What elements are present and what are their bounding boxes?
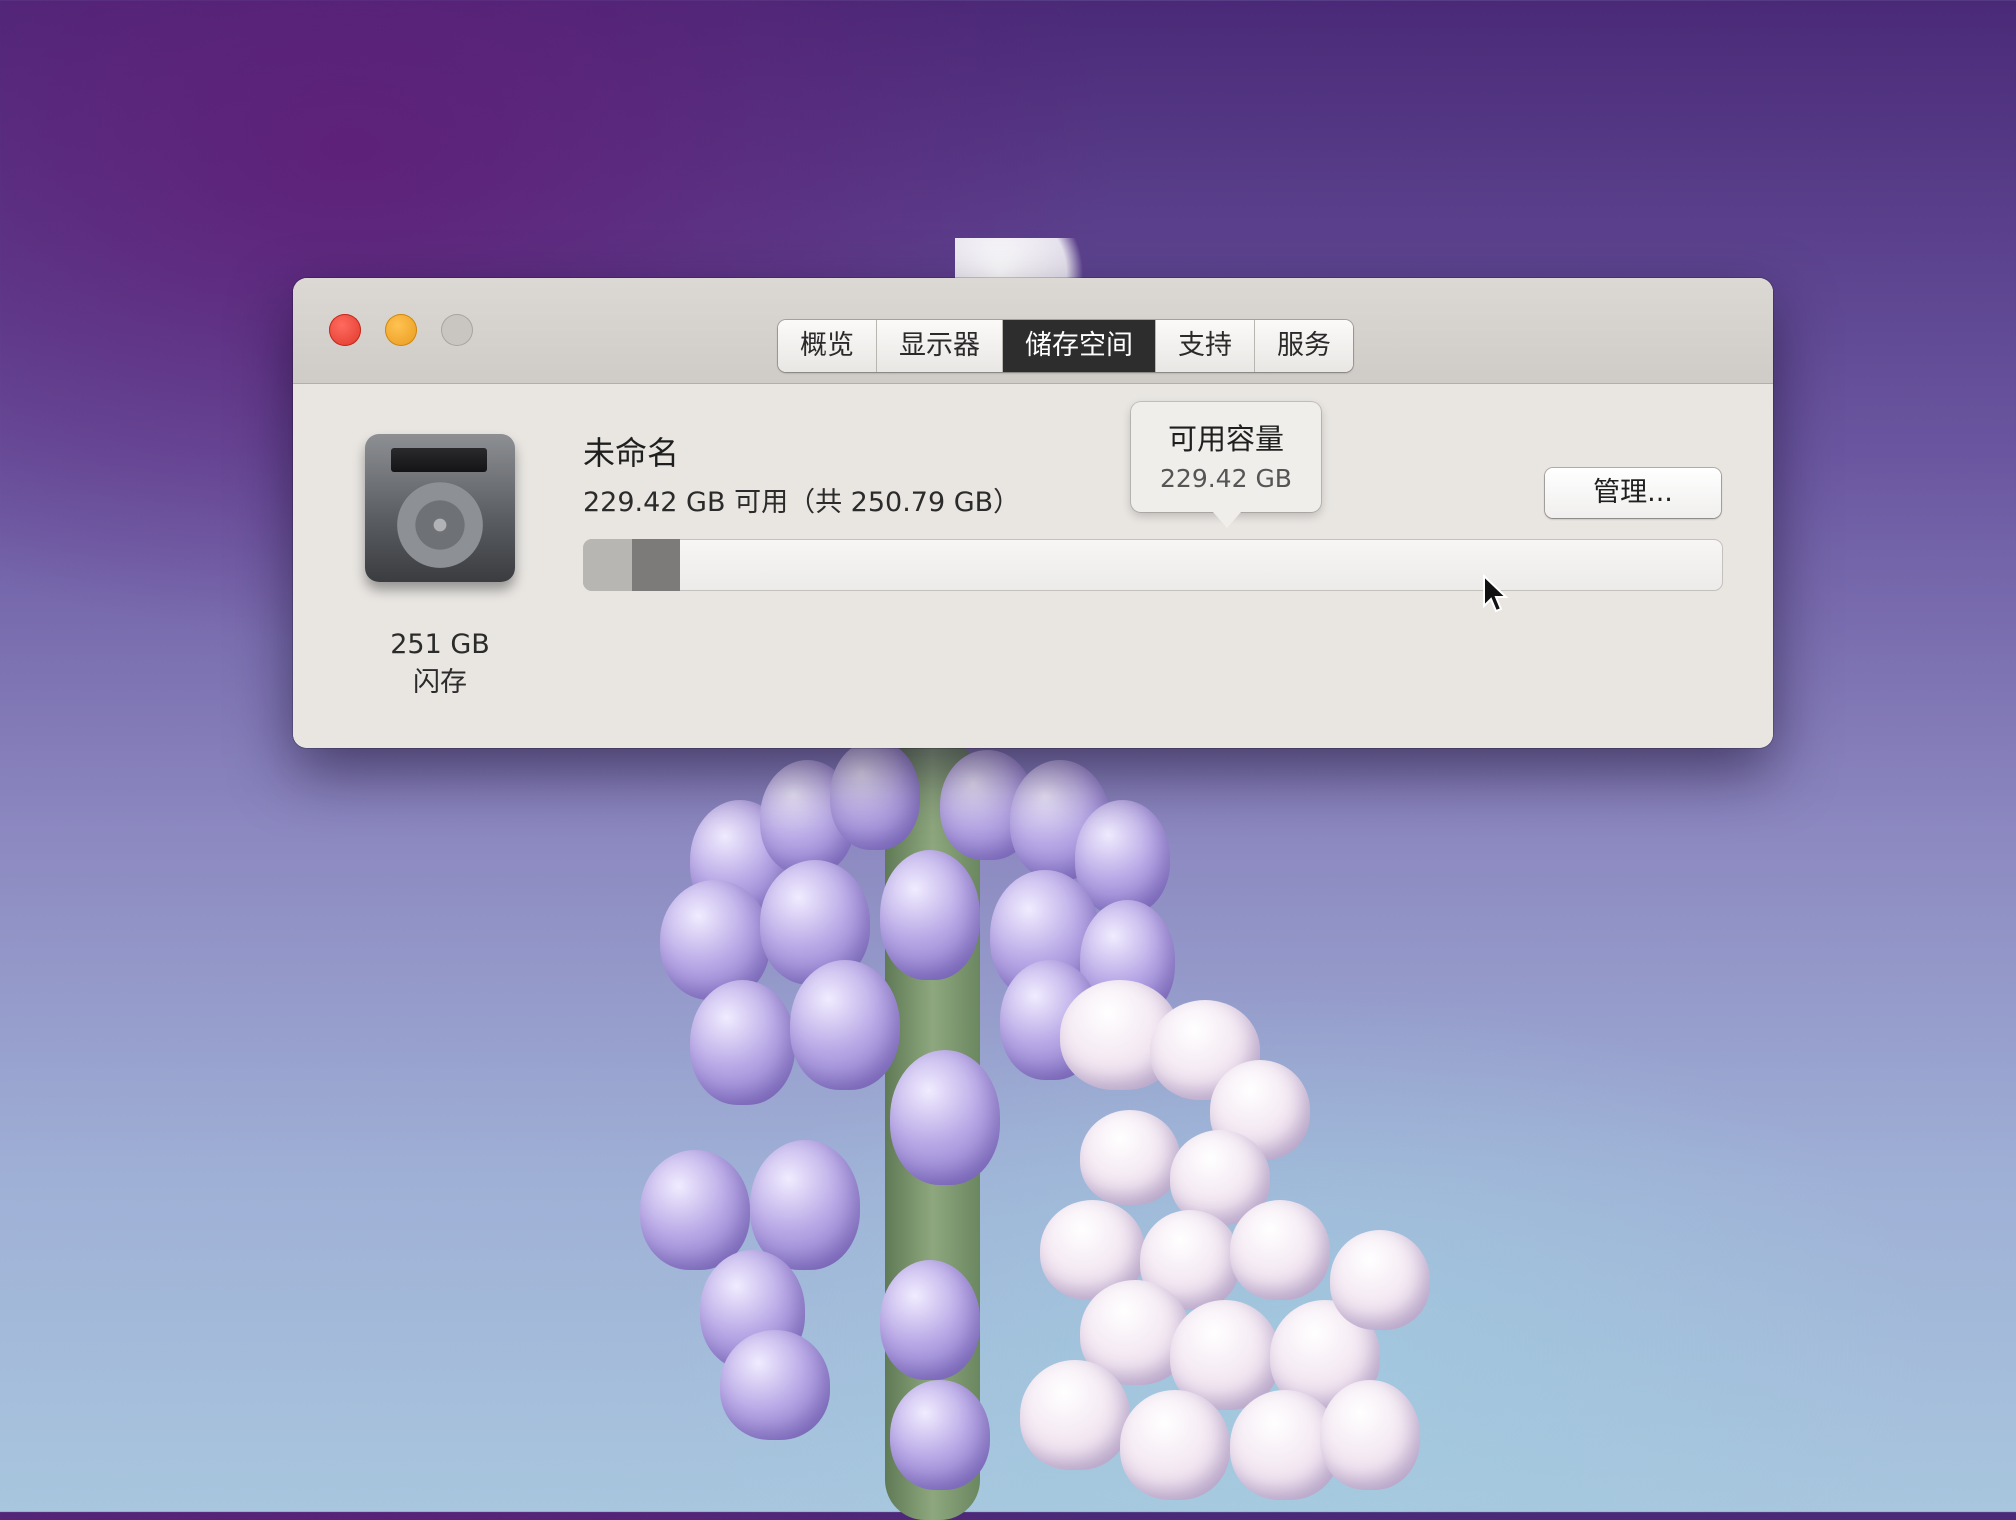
manage-button[interactable]: 管理...: [1545, 468, 1721, 518]
tab-bar: 概览 显示器 储存空间 支持 服务: [778, 320, 1353, 372]
wallpaper-flower-bud: [690, 980, 795, 1105]
close-button[interactable]: [329, 314, 361, 346]
minimize-button[interactable]: [385, 314, 417, 346]
tooltip-value: 229.42 GB: [1160, 464, 1292, 493]
volume-free-summary: 229.42 GB 可用（共 250.79 GB）: [583, 487, 1021, 518]
tooltip-title: 可用容量: [1167, 422, 1284, 456]
mouse-pointer-icon: [1483, 574, 1509, 613]
wallpaper-flower-bud: [1320, 1380, 1420, 1490]
hard-disk-icon: [365, 434, 515, 582]
tab-displays[interactable]: 显示器: [877, 320, 1003, 372]
wallpaper-flower-bud: [1020, 1360, 1130, 1470]
tab-overview[interactable]: 概览: [778, 320, 877, 372]
wallpaper-flower-bud: [640, 1150, 750, 1270]
wallpaper-flower-bud: [880, 850, 980, 980]
wallpaper-flower-bud: [1120, 1390, 1230, 1500]
wallpaper-flower-bud: [1330, 1230, 1430, 1330]
usage-segment-system[interactable]: [632, 539, 680, 591]
about-this-mac-window: 概览 显示器 储存空间 支持 服务 251 GB 闪存 未命名 229.42 G…: [293, 278, 1773, 748]
zoom-button: [441, 314, 473, 346]
disk-capacity-label: 251 GB 闪存: [355, 626, 525, 702]
wallpaper-flower-bud: [830, 740, 920, 850]
volume-name: 未命名: [583, 434, 680, 472]
storage-panel: 251 GB 闪存 未命名 229.42 GB 可用（共 250.79 GB） …: [293, 384, 1773, 748]
wallpaper-flower-bud: [890, 1380, 990, 1490]
wallpaper-flower-bud: [720, 1330, 830, 1440]
wallpaper-flower-bud: [750, 1140, 860, 1270]
wallpaper-flower-bud: [1230, 1200, 1330, 1300]
wallpaper-flower-bud: [790, 960, 900, 1090]
available-capacity-tooltip: 可用容量 229.42 GB: [1131, 402, 1321, 528]
usage-segment-other[interactable]: [583, 539, 633, 591]
disk-capacity-size: 251 GB: [390, 629, 490, 660]
wallpaper-flower-bud: [880, 1260, 980, 1380]
wallpaper-flower-bud: [890, 1050, 1000, 1185]
wallpaper-flower-bud: [1080, 1110, 1180, 1205]
storage-usage-bar[interactable]: [583, 539, 1723, 591]
disk-capacity-type: 闪存: [413, 667, 467, 698]
window-titlebar: 概览 显示器 储存空间 支持 服务: [293, 278, 1773, 384]
disk-platter: [397, 482, 483, 568]
tab-support[interactable]: 支持: [1156, 320, 1255, 372]
tab-service[interactable]: 服务: [1255, 320, 1353, 372]
disk-label-plate: [391, 448, 487, 472]
tab-storage[interactable]: 储存空间: [1003, 320, 1156, 372]
